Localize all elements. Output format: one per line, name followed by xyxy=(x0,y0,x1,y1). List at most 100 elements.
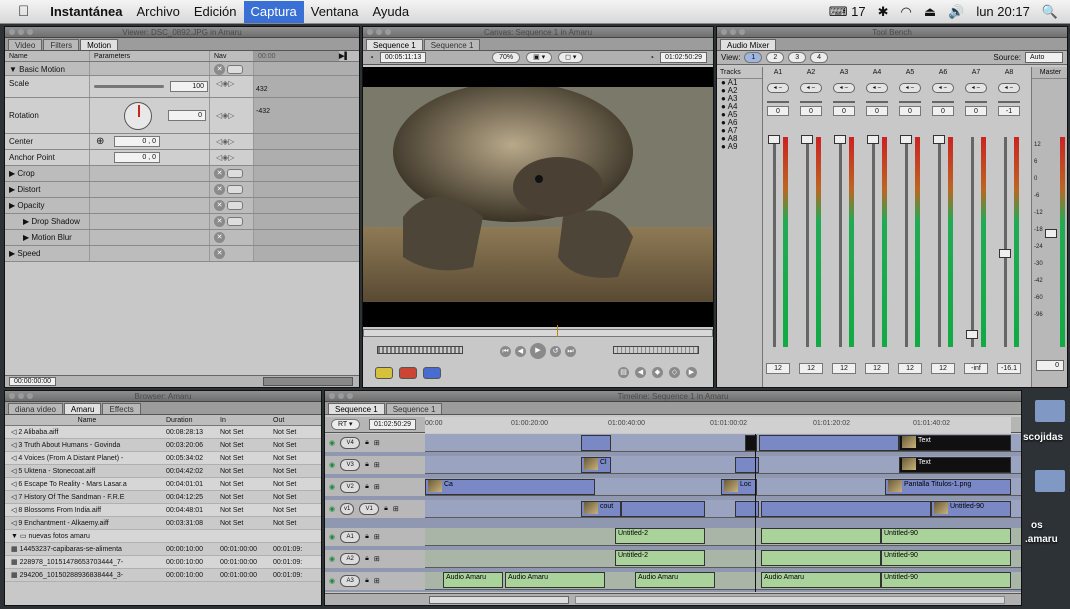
timeline-playhead[interactable] xyxy=(755,434,756,592)
still-clip[interactable]: Untitled-90 xyxy=(931,501,1011,517)
reset-icon[interactable]: ✕ xyxy=(214,168,225,180)
mute-solo-icon[interactable]: ◂ ⌢ xyxy=(899,83,921,93)
level-value[interactable]: -16.1 xyxy=(997,363,1021,374)
motion-row-center[interactable]: Center 0 , 0 ⊕ ◁◈▷ xyxy=(5,134,359,150)
motion-row-opacity[interactable]: ▶ Opacity ✕ xyxy=(5,198,359,214)
browser-row[interactable]: ◁ 3 Truth About Humans - Govinda 00:03:20… xyxy=(5,439,321,452)
keyframe-graph-area[interactable] xyxy=(254,182,359,197)
auto-select-icon[interactable]: ⊞ xyxy=(393,505,399,513)
track-label[interactable]: V4 xyxy=(340,437,361,449)
reset-icon[interactable]: ✕ xyxy=(214,232,225,244)
tab-sequence-1b[interactable]: Sequence 1 xyxy=(385,403,443,414)
desktop-item-label[interactable]: os xyxy=(1031,520,1043,531)
video-clip[interactable] xyxy=(761,501,931,517)
browser-row[interactable]: ◁ 4 Voices (From A Distant Planet) -00:0… xyxy=(5,452,321,465)
browser-row[interactable]: ◁ 8 Blossoms From India.aiff 00:04:48:01 N… xyxy=(5,504,321,517)
keyframe-button-icon[interactable]: ◁◈▷ xyxy=(216,153,234,162)
browser-row[interactable]: ▦ 14453237-capibaras-se-alimenta 00:00:10… xyxy=(5,543,321,556)
lock-icon[interactable]: 🔒︎ xyxy=(384,505,388,513)
fader-track[interactable] xyxy=(938,137,941,347)
go-to-prev-edit-icon[interactable]: ⏮ xyxy=(500,345,511,357)
keyframe-graph-area[interactable] xyxy=(254,214,359,229)
track-label[interactable]: V2 xyxy=(340,481,361,493)
auto-select-icon[interactable]: ⊞ xyxy=(374,555,380,563)
value-field[interactable]: 0 , 0 xyxy=(114,152,160,163)
pan-slider[interactable] xyxy=(866,97,888,103)
timeline-titlebar[interactable]: Timeline: Sequence 1 in Amaru xyxy=(325,391,1021,402)
motion-param-value[interactable] xyxy=(90,198,210,213)
motion-row-basic-motion[interactable]: ▼ Basic Motion ✕ xyxy=(5,62,359,76)
replace-edit-icon[interactable] xyxy=(423,367,441,379)
pan-value[interactable]: -1 xyxy=(998,106,1020,116)
rotation-dial[interactable] xyxy=(124,102,152,130)
auto-select-icon[interactable]: ⊞ xyxy=(374,577,380,585)
auto-select-icon[interactable]: ⊞ xyxy=(374,439,380,447)
motion-param-value[interactable] xyxy=(90,62,210,75)
volume-icon[interactable]: 🔊 xyxy=(948,4,964,20)
browser-titlebar[interactable]: Browser: Amaru xyxy=(5,391,321,402)
timeline-timecode[interactable]: 01:02:50:29 xyxy=(369,419,416,430)
mute-solo-icon[interactable]: ◂ ⌢ xyxy=(833,83,855,93)
timeline-scrollbar[interactable] xyxy=(575,596,1005,604)
view-popup[interactable]: ▣ ▾ xyxy=(526,52,553,63)
view-button-3[interactable]: 3 xyxy=(788,52,807,63)
audio-clip[interactable]: Untitled-90 xyxy=(881,528,1011,544)
play-icon[interactable]: ▶ xyxy=(530,343,546,359)
level-value[interactable]: 12 xyxy=(799,363,823,374)
menu-edicion[interactable]: Edición xyxy=(187,1,244,23)
fader-knob[interactable] xyxy=(900,135,912,144)
fader-track[interactable] xyxy=(872,137,875,347)
canvas-titlebar[interactable]: Canvas: Sequence 1 in Amaru xyxy=(363,27,713,38)
track-label[interactable]: A1 xyxy=(340,531,361,543)
track-visibility-item[interactable]: ● A9 xyxy=(721,143,762,151)
level-value[interactable]: -inf xyxy=(964,363,988,374)
auto-select-icon[interactable]: ⊞ xyxy=(374,461,380,469)
value-field[interactable]: 100 xyxy=(170,81,208,92)
audio-clip[interactable]: Untitled-90 xyxy=(881,572,1011,588)
motion-param-value[interactable]: 0 , 0 ⊕ xyxy=(90,134,210,149)
desktop-item-label[interactable]: scojidas xyxy=(1023,432,1063,443)
fader-knob[interactable] xyxy=(966,330,978,339)
match-frame-icon[interactable]: ▤ xyxy=(618,367,629,378)
motion-row-scale[interactable]: Scale 100 ◁◈▷ xyxy=(5,76,359,98)
tab-sequence-1[interactable]: Sequence 1 xyxy=(328,403,385,414)
mute-solo-icon[interactable]: ◂ ⌢ xyxy=(998,83,1020,93)
fader-track[interactable] xyxy=(839,137,842,347)
timeline-zoom-slider[interactable] xyxy=(429,596,569,604)
track-visibility-icon[interactable]: ◉ xyxy=(329,577,335,585)
pan-value[interactable]: 0 xyxy=(767,106,789,116)
level-value[interactable]: 12 xyxy=(931,363,955,374)
keyframe-graph-area[interactable] xyxy=(254,150,359,165)
motion-param-value[interactable]: 0 xyxy=(90,98,210,133)
track-label[interactable]: A3 xyxy=(340,575,361,587)
keyframe-menu-icon[interactable] xyxy=(227,169,243,179)
mark-out-icon[interactable]: ▶ xyxy=(686,367,697,378)
still-clip[interactable]: Pantalla Titulos-1.png xyxy=(885,479,1011,495)
overlay-popup[interactable]: ◻ ▾ xyxy=(558,52,584,63)
keyframe-graph-area[interactable] xyxy=(254,76,359,97)
track-visibility-icon[interactable]: ◉ xyxy=(329,439,335,447)
lock-icon[interactable]: 🔒︎ xyxy=(365,461,369,469)
scale-slider[interactable] xyxy=(94,85,164,88)
clock[interactable]: lun 20:17 xyxy=(976,4,1030,19)
pan-slider[interactable] xyxy=(965,97,987,103)
canvas-video-frame[interactable] xyxy=(363,67,713,327)
reset-icon[interactable]: ✕ xyxy=(214,64,225,76)
browser-row[interactable]: ▦ 294206_10150288936838444_3- 00:00:10:00… xyxy=(5,569,321,582)
reset-icon[interactable]: ✕ xyxy=(214,184,225,196)
spotlight-search-icon[interactable]: 🔍 xyxy=(1042,4,1058,20)
col-name[interactable]: Name xyxy=(5,415,163,425)
keyframe-menu-icon[interactable] xyxy=(227,185,243,195)
col-in[interactable]: In xyxy=(217,415,270,425)
keyframe-graph-area[interactable] xyxy=(254,230,359,245)
motion-param-value[interactable] xyxy=(90,166,210,181)
lock-icon[interactable]: 🔒︎ xyxy=(365,483,369,491)
lock-icon[interactable]: 🔒︎ xyxy=(365,577,369,585)
rt-popup[interactable]: RT ▾ xyxy=(331,419,360,430)
canvas-timecode[interactable]: 01:02:50:29 xyxy=(660,52,708,63)
keyframe-button-icon[interactable]: ◁◈▷ xyxy=(216,111,234,120)
master-level[interactable]: 0 xyxy=(1036,360,1064,371)
bluetooth-icon[interactable]: ✱ xyxy=(878,4,889,20)
pan-slider[interactable] xyxy=(998,97,1020,103)
lock-icon[interactable]: 🔒︎ xyxy=(365,533,369,541)
